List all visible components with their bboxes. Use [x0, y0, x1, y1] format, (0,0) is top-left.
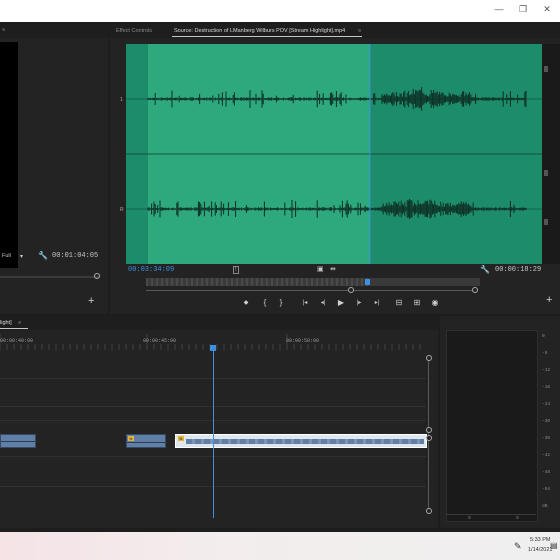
- step-forward-button[interactable]: |▸: [352, 298, 366, 308]
- scroll-handle[interactable]: [425, 508, 432, 514]
- source-tabbar: Effect Controls Source: Destruction of L…: [110, 24, 560, 38]
- meter-scale-label: -36: [542, 436, 551, 441]
- ruler-label-50: 00:00:50:00: [286, 338, 320, 344]
- timeline-tabbar: light] ≡: [0, 316, 438, 330]
- meter-scale-label: -42: [542, 453, 551, 458]
- overwrite-button[interactable]: ⊞: [410, 298, 424, 308]
- source-wrench-icon[interactable]: 🔧: [480, 265, 490, 274]
- ruler-label-40: 00:00:40:00: [0, 338, 34, 344]
- scroll-handle[interactable]: [425, 435, 432, 441]
- meter-scale-label: -6: [542, 351, 548, 356]
- play-button[interactable]: ▶: [334, 298, 348, 308]
- program-tab-menu[interactable]: ≡: [2, 27, 5, 33]
- ruler-label-45: 00:00:45:00: [143, 338, 177, 344]
- timeline-clip[interactable]: fx: [126, 434, 167, 448]
- audio-waveform-display[interactable]: [126, 44, 542, 264]
- waveform-svg: [126, 44, 542, 264]
- program-timecode[interactable]: 00:01:04:05: [52, 252, 98, 260]
- step-back-button[interactable]: ◂|: [316, 298, 330, 308]
- program-video-preview: [0, 42, 18, 268]
- source-current-timecode[interactable]: 00:03:34:09: [128, 266, 174, 274]
- fit-dropdown-arrow-icon[interactable]: ▾: [20, 253, 23, 260]
- timeline-playhead-line: [212, 350, 214, 518]
- go-to-out-button[interactable]: ▸|: [370, 298, 384, 308]
- pen-icon[interactable]: ✎: [514, 541, 522, 552]
- meter-scale-label: -18: [542, 385, 551, 390]
- tab-effect-controls[interactable]: Effect Controls: [116, 28, 152, 34]
- meter-channel-right: S: [516, 516, 519, 521]
- program-scrubber[interactable]: [0, 276, 100, 278]
- source-scrub-playhead[interactable]: [365, 279, 370, 285]
- meter-channel-left: S: [468, 516, 471, 521]
- insert-button[interactable]: ⊟: [392, 298, 406, 308]
- window-title-bar: — ❐ ✕: [0, 0, 560, 22]
- scroll-handle[interactable]: [425, 427, 432, 433]
- source-level-strip: [542, 44, 560, 264]
- source-zoom-bar[interactable]: [146, 290, 476, 291]
- timeline-clip[interactable]: [0, 434, 37, 448]
- mark-in-button[interactable]: {: [259, 298, 271, 308]
- mark-out-button[interactable]: }: [275, 298, 287, 308]
- tab-source[interactable]: Source: Destruction of LManberg Wilburs …: [174, 28, 345, 34]
- taskbar-date[interactable]: 1/14/2021: [528, 547, 552, 553]
- drag-audio-icon[interactable]: ⇹: [330, 265, 336, 273]
- channel-label-1: 1: [120, 97, 123, 103]
- timeline-sequence-tab[interactable]: light]: [0, 320, 12, 326]
- source-scrub-bar[interactable]: [146, 278, 480, 286]
- source-add-button[interactable]: +: [546, 294, 552, 306]
- meter-scale-label: -30: [542, 419, 551, 424]
- export-frame-button[interactable]: ◉: [428, 298, 442, 308]
- notification-icon[interactable]: ▤: [550, 541, 558, 550]
- taskbar-time[interactable]: 5:33 PM: [530, 537, 550, 543]
- channel-label-2: R: [120, 207, 124, 213]
- wrench-icon[interactable]: 🔧: [38, 251, 48, 260]
- zoom-handle-right[interactable]: [472, 287, 478, 293]
- timeline-panel: light] ≡ 00:00:40:00 00:00:45:00 00:00:5…: [0, 316, 438, 528]
- meter-scale-label: -12: [542, 368, 551, 373]
- timeline-tab-menu[interactable]: ≡: [18, 320, 21, 326]
- source-tab-menu[interactable]: ≡: [358, 28, 361, 34]
- meter-scale-label: -24: [542, 402, 551, 407]
- fit-dropdown[interactable]: Full: [2, 253, 11, 259]
- meter-scale-label: -48: [542, 470, 551, 475]
- drag-video-icon[interactable]: ▣: [317, 265, 324, 273]
- meter-scale-label: 0: [542, 334, 545, 339]
- program-monitor-panel: ≡ Full ▾ 🔧 00:01:04:05 +: [0, 24, 108, 314]
- source-duration-timecode: 00:00:18:29: [495, 266, 542, 274]
- program-add-button[interactable]: +: [88, 295, 94, 307]
- meter-scale-label: dB: [542, 504, 548, 509]
- safe-margin-icon[interactable]: !: [233, 266, 239, 274]
- add-marker-button[interactable]: ◆: [240, 298, 252, 308]
- program-zoom-handle[interactable]: [94, 273, 100, 279]
- scroll-handle[interactable]: [425, 355, 432, 361]
- taskbar: ✎ 5:33 PM 1/14/2021 ▤: [0, 532, 560, 560]
- program-monitor-tabbar: ≡: [0, 24, 108, 38]
- fx-badge-icon: fx: [128, 436, 134, 441]
- go-to-in-button[interactable]: |◂: [298, 298, 312, 308]
- meter-scale-label: -54: [542, 487, 551, 492]
- close-button[interactable]: ✕: [532, 2, 560, 16]
- meter-scale: 0 -6 -12 -18 -24 -30 -36 -42 -48 -54 dB: [540, 334, 560, 524]
- source-monitor-panel: Effect Controls Source: Destruction of L…: [110, 24, 560, 314]
- audio-meter-bars: [446, 330, 538, 522]
- fx-badge-icon: fx: [178, 436, 184, 441]
- zoom-handle-left[interactable]: [348, 287, 354, 293]
- audio-meter-panel: S S 0 -6 -12 -18 -24 -30 -36 -42 -48 -54 dB: [440, 316, 560, 528]
